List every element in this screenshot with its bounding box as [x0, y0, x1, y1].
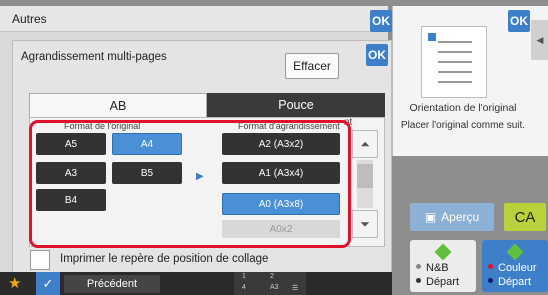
inner-dialog-title: Agrandissement multi-pages — [21, 51, 167, 63]
tab-ab[interactable]: AB — [29, 93, 207, 117]
start-icon — [434, 243, 452, 261]
panel-collapse-icon[interactable]: ◀ — [531, 20, 548, 60]
preview-button[interactable]: ▣ Aperçu — [410, 203, 494, 231]
start-icon — [506, 243, 524, 261]
orientation-instruction: Placer l'original comme suit. — [400, 120, 526, 131]
orientation-label: Orientation de l'original — [409, 102, 517, 114]
outer-ok-button[interactable]: OK — [370, 10, 392, 32]
clear-button[interactable]: Effacer — [285, 53, 339, 79]
bottom-bar: ★ ✓ Précédent 1 2 4 A3 ☰ — [0, 272, 392, 295]
list-icon: ☰ — [292, 285, 299, 292]
color-label: Couleur — [498, 262, 537, 274]
page-layout-preview: 1 2 4 A3 ☰ — [234, 272, 306, 295]
previous-button[interactable]: Précédent — [64, 275, 160, 293]
scroll-down-icon[interactable]: ⏷ — [352, 210, 378, 238]
color-start-button[interactable]: Couleur Départ — [482, 240, 548, 292]
preview-icon: ▣ — [424, 210, 437, 224]
orientation-ok-button[interactable]: OK — [508, 10, 530, 32]
paste-mark-label: Imprimer le repère de position de collag… — [60, 253, 269, 265]
inner-ok-button[interactable]: OK — [366, 44, 388, 66]
preview-label: Aperçu — [441, 210, 480, 224]
scroll-up-icon[interactable]: ⏶ — [352, 130, 378, 158]
star-icon[interactable]: ★ — [8, 274, 21, 292]
bw-start-button[interactable]: N&B Départ — [410, 240, 476, 292]
scroll-thumb[interactable] — [357, 164, 373, 188]
dialog-header: Autres — [0, 6, 388, 32]
bw-start-label: Départ — [426, 276, 460, 288]
original-orientation-preview — [421, 26, 487, 98]
tab-inch[interactable]: Pouce — [207, 93, 385, 117]
color-start-label: Départ — [498, 276, 532, 288]
paste-mark-checkbox[interactable] — [30, 250, 50, 270]
size-list-scrollbar[interactable]: ⏶ ⏷ — [352, 130, 378, 238]
highlight-frame — [29, 120, 351, 248]
bw-label: N&B — [426, 262, 449, 274]
clear-all-button[interactable]: CA — [504, 203, 546, 231]
check-icon[interactable]: ✓ — [36, 272, 60, 295]
dialog-title: Autres — [12, 12, 47, 26]
